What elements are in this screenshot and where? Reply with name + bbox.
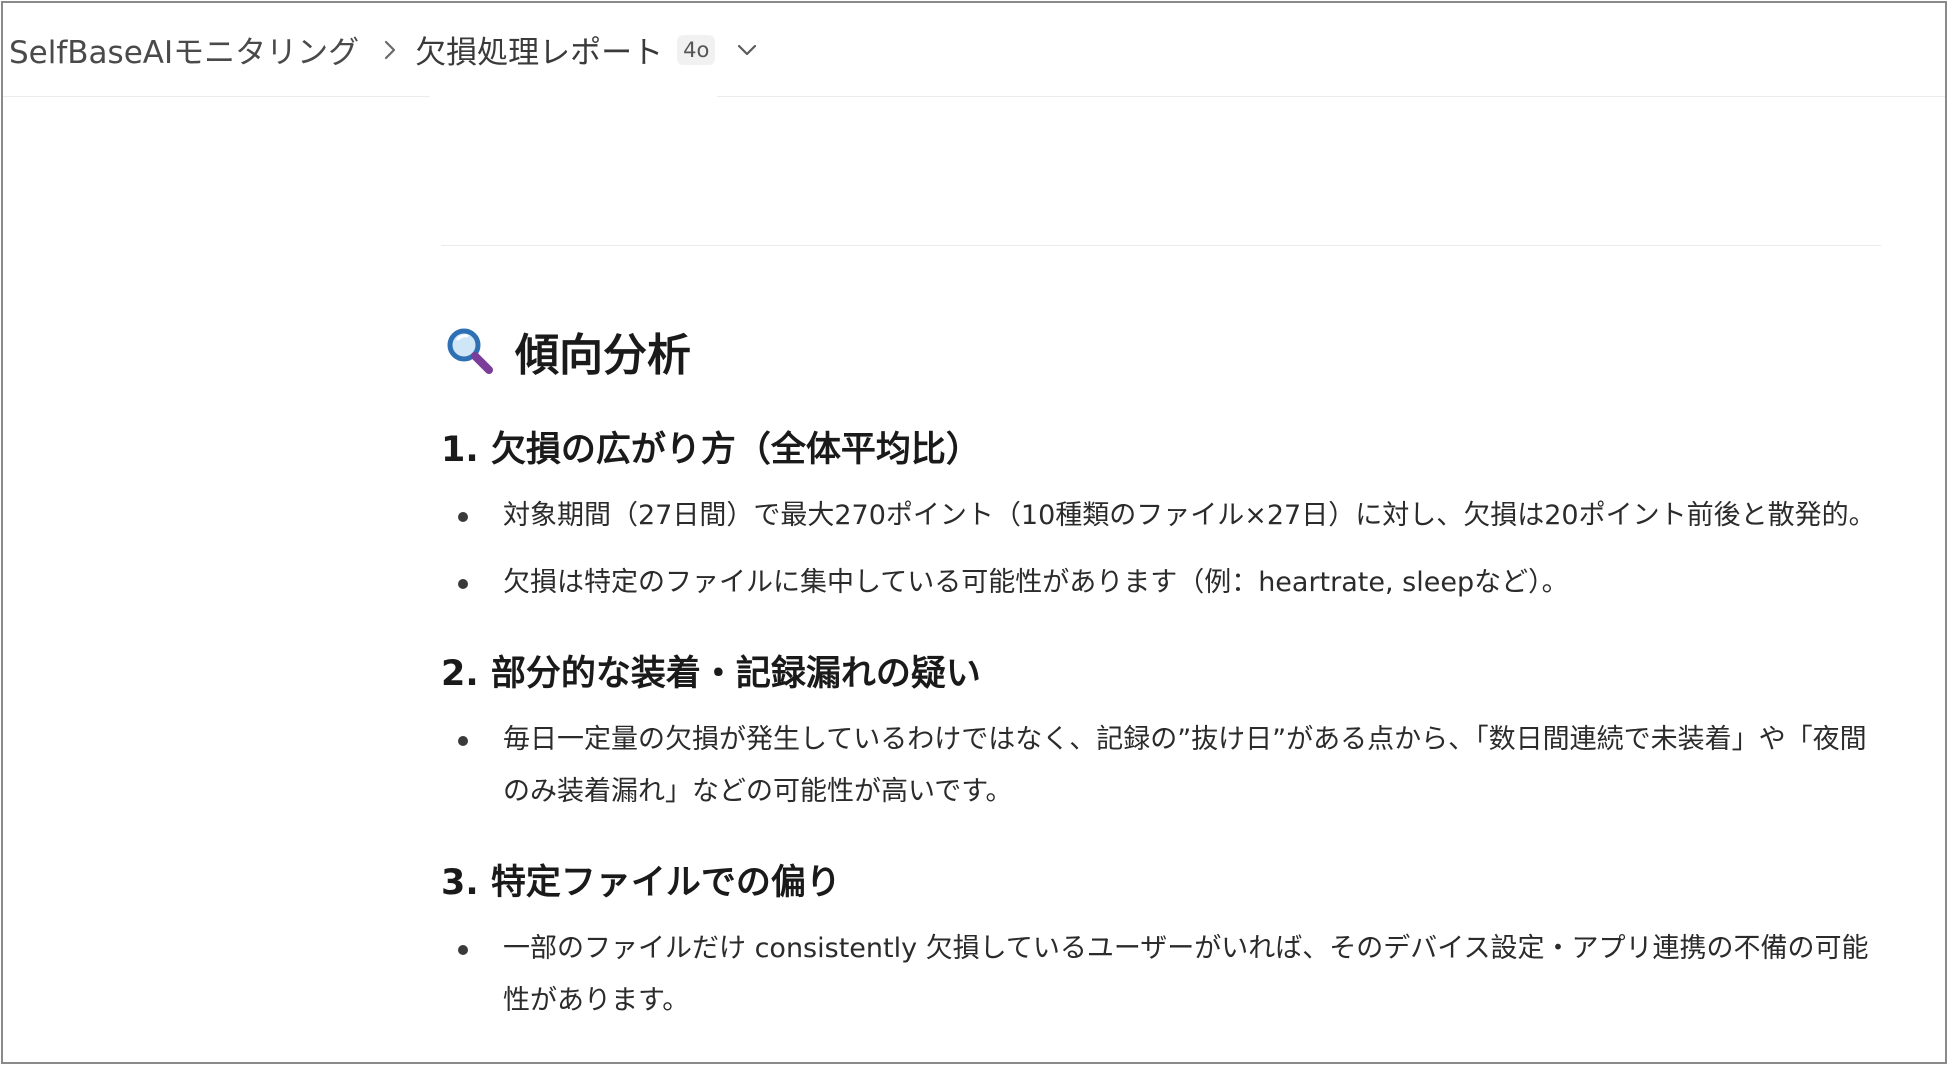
top-bar: SelfBaseAIモニタリング 欠損処理レポート 4o	[3, 3, 1945, 97]
subheading-1: 1. 欠損の広がり方（全体平均比）	[441, 430, 981, 470]
subheading-3: 3. 特定ファイルでの偏り	[441, 863, 841, 903]
chevron-right-icon	[377, 37, 403, 63]
section-heading: 傾向分析	[445, 319, 691, 383]
subheading-2: 2. 部分的な装着・記録漏れの疑い	[441, 654, 981, 694]
list-item: 一部のファイルだけ consistently 欠損しているユーザーがいれば、その…	[458, 923, 1883, 1027]
section-title-text: 傾向分析	[515, 330, 691, 381]
breadcrumb-project-link[interactable]: SelfBaseAIモニタリング	[9, 27, 359, 72]
list-item: 毎日一定量の欠損が発生しているわけではなく、記録の”抜け日”がある点から、「数日…	[458, 714, 1883, 818]
magnifier-icon	[445, 326, 495, 376]
header-notch	[430, 93, 717, 101]
conversation-title[interactable]: 欠損処理レポート	[415, 27, 663, 72]
chevron-down-icon[interactable]	[733, 36, 761, 64]
list-item: 対象期間（27日間）で最大270ポイント（10種類のファイル×27日）に対し、欠…	[458, 490, 1883, 542]
app-window: SelfBaseAIモニタリング 欠損処理レポート 4o 傾向分析 1. 欠損の…	[1, 1, 1947, 1064]
list-item: 欠損は特定のファイルに集中している可能性があります（例：heartrate, s…	[458, 557, 1883, 609]
divider	[441, 245, 1881, 246]
model-badge[interactable]: 4o	[677, 34, 716, 65]
